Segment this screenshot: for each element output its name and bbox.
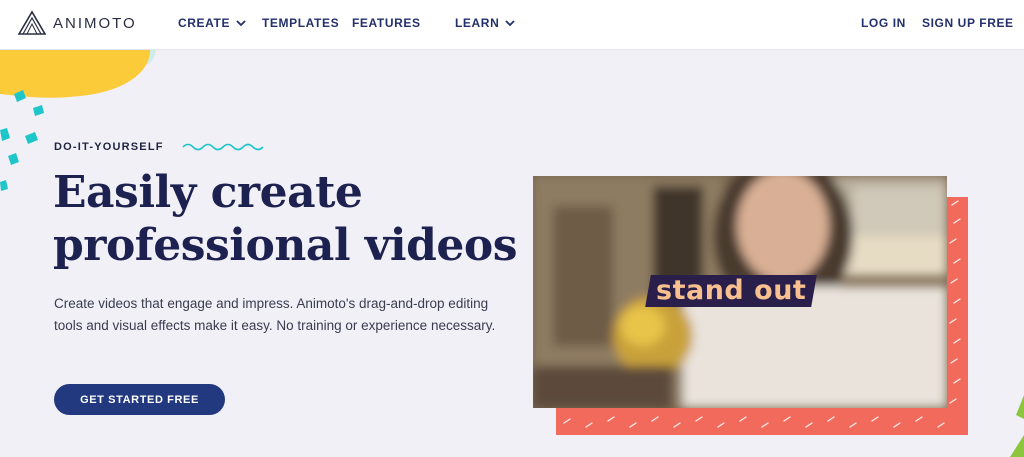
nav-features-label: FEATURES: [352, 16, 421, 30]
nav-create[interactable]: CREATE: [178, 16, 246, 30]
login-label: LOG IN: [861, 16, 906, 30]
nav-features[interactable]: FEATURES: [352, 16, 421, 30]
nav-learn-label: LEARN: [455, 16, 500, 30]
headline-line-2: professional videos: [53, 220, 518, 271]
nav-templates-label: TEMPLATES: [262, 16, 340, 30]
signup-label: SIGN UP FREE: [922, 16, 1014, 30]
top-nav-bar: ANIMOTO CREATE TEMPLATES FEATURES LEARN …: [0, 0, 1024, 50]
hero-subtext: Create videos that engage and impress. A…: [54, 296, 496, 333]
animoto-logo[interactable]: ANIMOTO: [17, 9, 137, 37]
chevron-down-icon: [236, 20, 246, 27]
headline-line-1: Easily create: [53, 167, 363, 218]
green-leaf-decoration: [1010, 395, 1024, 457]
nav-create-label: CREATE: [178, 16, 231, 30]
login-link[interactable]: LOG IN: [861, 16, 906, 30]
animoto-logo-icon: [17, 10, 47, 35]
get-started-button[interactable]: GET STARTED FREE: [54, 384, 225, 415]
nav-learn[interactable]: LEARN: [455, 16, 515, 30]
chevron-down-icon: [505, 20, 515, 27]
teal-confetti-decoration: [0, 90, 44, 191]
eyebrow-label: DO-IT-YOURSELF: [54, 141, 164, 153]
hero-headline: Easily create professional videos: [53, 166, 523, 272]
video-caption-overlay: stand out: [645, 275, 818, 307]
nav-templates[interactable]: TEMPLATES: [262, 16, 339, 30]
logo-text: ANIMOTO: [53, 14, 137, 32]
signup-link[interactable]: SIGN UP FREE: [922, 16, 1014, 30]
squiggle-decoration: [182, 143, 264, 151]
video-caption-text: stand out: [656, 275, 807, 306]
